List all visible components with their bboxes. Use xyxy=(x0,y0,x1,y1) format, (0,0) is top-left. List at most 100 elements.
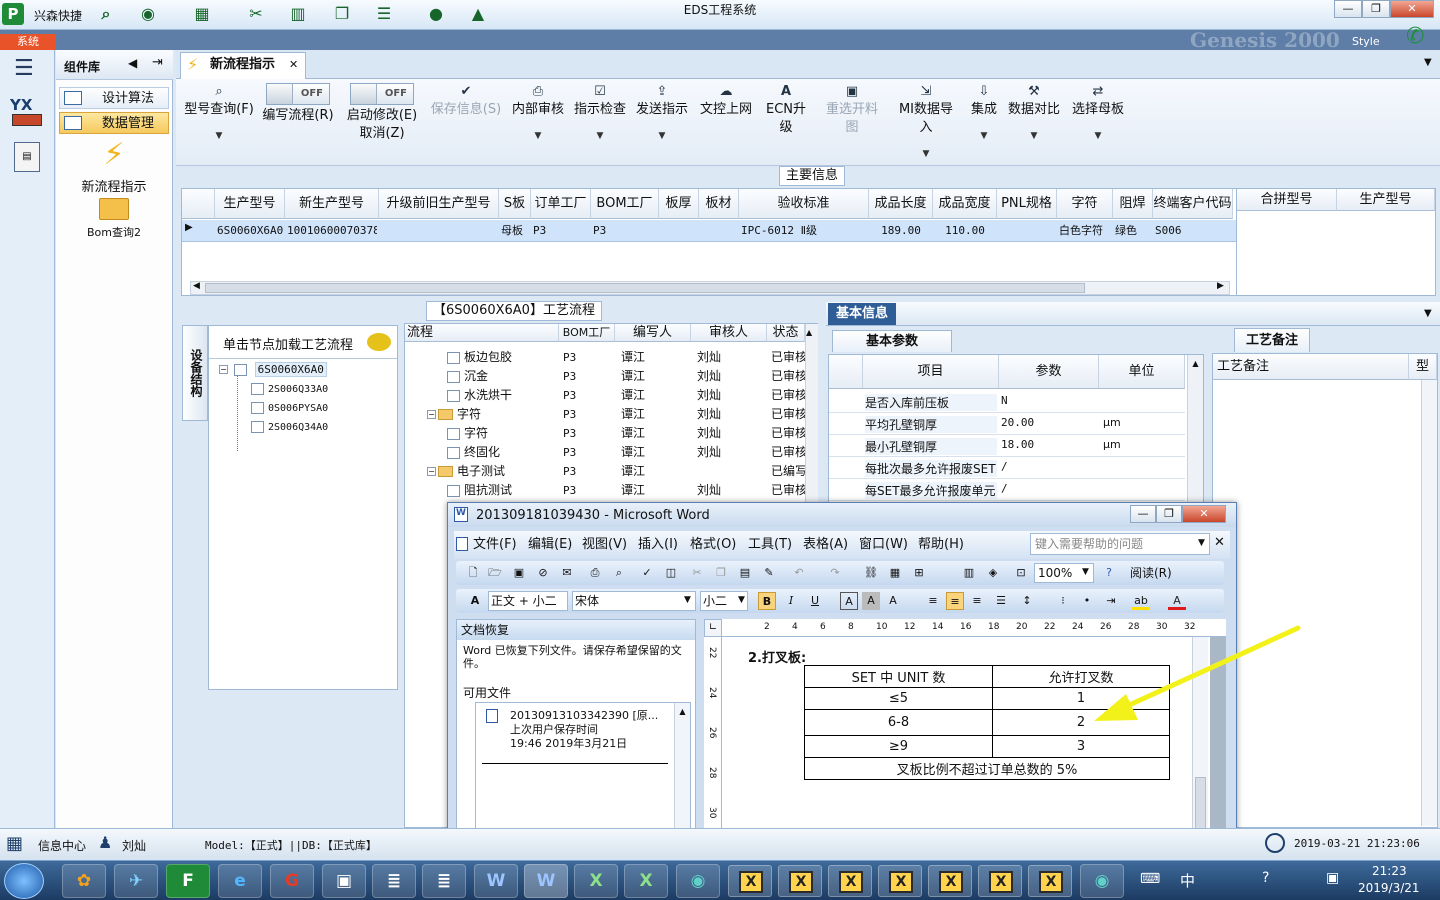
taskbar-eye-icon[interactable]: ◉ xyxy=(676,864,720,898)
table-row[interactable]: 每批次最多允许报废SET / xyxy=(829,457,1185,479)
table-row[interactable]: 沉金 P3 谭江 刘灿 已审核 xyxy=(405,367,805,386)
scroll-left-icon[interactable]: ◀ xyxy=(193,281,200,291)
word-minimize-button[interactable]: — xyxy=(1130,505,1156,523)
tab-new-flow[interactable]: ⚡ 新流程指示 ✕ xyxy=(180,52,306,79)
tab-basic-params[interactable]: 基本参数 xyxy=(832,330,952,352)
film-icon[interactable]: ▥ xyxy=(286,3,310,25)
list-icon[interactable]: ☰ xyxy=(372,3,396,25)
table-cell[interactable]: 6S0060X6A0 xyxy=(217,222,283,240)
table-cell[interactable]: 白色字符 xyxy=(1059,222,1111,240)
table-row[interactable]: 是否入库前压板 N xyxy=(829,391,1185,413)
drawing-icon[interactable]: ◈ xyxy=(984,564,1002,582)
zoom-dropdown-icon[interactable]: ▼ xyxy=(1082,567,1089,577)
doc-heading[interactable]: 2.打叉板: xyxy=(748,647,806,666)
col-header[interactable]: 成品长度 xyxy=(869,189,933,219)
maximize-button[interactable]: ❐ xyxy=(1362,0,1390,18)
app-logo[interactable]: P xyxy=(2,3,24,25)
scroll-right-icon[interactable]: ▶ xyxy=(1217,281,1224,291)
col-header[interactable]: 生产型号 xyxy=(1337,189,1435,211)
new-flow-item[interactable]: ⚡ 新流程指示 xyxy=(66,138,162,196)
menu-format[interactable]: 格式(O) xyxy=(690,535,736,555)
taskbar-x-icon[interactable]: X xyxy=(728,865,772,897)
basic-info-title[interactable]: 基本信息 xyxy=(828,303,897,325)
menu-file[interactable]: 文件(F) xyxy=(473,535,517,555)
word-close-button[interactable]: ✕ xyxy=(1182,505,1226,523)
char-scale-icon[interactable]: A xyxy=(884,592,902,610)
table-row[interactable]: − 电子测试 P3 谭江 已编写 xyxy=(405,462,805,481)
align-right-icon[interactable]: ≡ xyxy=(968,592,986,610)
table-row[interactable]: 平均孔壁铜厚 20.00 μm xyxy=(829,413,1185,435)
menu-table[interactable]: 表格(A) xyxy=(803,535,848,555)
table-cell[interactable]: ≥9 xyxy=(804,735,993,758)
mi-import-button[interactable]: ⇲ MI数据导入 ▼ xyxy=(894,83,958,163)
tray-network-icon[interactable]: ▣ xyxy=(1326,870,1339,886)
table-cell[interactable]: 10010600070378 xyxy=(287,222,377,240)
scroll-up-icon[interactable]: ▲ xyxy=(806,328,812,337)
user-icon[interactable]: ● xyxy=(424,3,448,25)
col-header[interactable]: 阻焊 xyxy=(1113,189,1153,219)
taskbar-x-icon[interactable]: X xyxy=(1028,865,1072,897)
scroll-up-icon[interactable]: ▲ xyxy=(679,707,685,716)
taskbar-shell-icon[interactable]: ✿ xyxy=(62,864,106,898)
scrollbar-thumb[interactable] xyxy=(205,283,1085,293)
col-header[interactable]: 型 xyxy=(1409,354,1437,380)
process-node[interactable]: 沉金 xyxy=(447,367,488,386)
taskbar-eye2-icon[interactable]: ◉ xyxy=(1080,864,1124,898)
vertical-scrollbar[interactable]: ▲ xyxy=(805,324,818,524)
hyperlink-icon[interactable]: ⛓ xyxy=(862,564,880,582)
toggle-switch[interactable]: OFF xyxy=(350,83,414,105)
col-header[interactable]: PNL规格 xyxy=(997,189,1057,219)
table-cell[interactable]: ≤5 xyxy=(804,687,993,710)
tab-close-icon[interactable]: ✕ xyxy=(289,53,298,77)
tray-keyboard-icon[interactable]: ⌨ xyxy=(1140,871,1160,887)
table-cell[interactable]: IPC-6012 Ⅱ级 xyxy=(741,222,867,240)
styles-icon[interactable]: A xyxy=(466,592,484,610)
new-doc-icon[interactable]: 🗋 xyxy=(464,564,482,582)
taskbar-floppy-icon[interactable]: ▣ xyxy=(322,864,366,898)
print-preview-icon[interactable]: ⌕ xyxy=(610,564,628,582)
taskbar-excel2-icon[interactable]: X xyxy=(624,864,668,898)
print-icon[interactable]: ⎙ xyxy=(586,564,604,582)
taskbar-x-icon[interactable]: X xyxy=(928,865,972,897)
menu-icon[interactable]: ☰ xyxy=(14,56,34,81)
menu-view[interactable]: 视图(V) xyxy=(582,535,627,555)
italic-button[interactable]: I xyxy=(782,592,800,610)
system-menu-button[interactable]: 系统 xyxy=(0,34,56,50)
col-header[interactable]: 验收标准 xyxy=(739,189,869,219)
taskbar-word2-icon[interactable]: W xyxy=(524,864,568,898)
internal-review-button[interactable]: ⎙ 内部审核 ▼ xyxy=(512,83,564,145)
reselect-cutting-button[interactable]: ▣ 重选开料图 xyxy=(820,83,884,137)
taskbar-x-icon[interactable]: X xyxy=(878,865,922,897)
redo-icon[interactable]: ↷ xyxy=(826,564,844,582)
table-cell[interactable]: 母板 xyxy=(501,222,529,240)
col-header[interactable]: 订单工厂 xyxy=(531,189,591,219)
table-cell[interactable]: / xyxy=(1001,482,1008,495)
taskbar-bird-icon[interactable]: ✈ xyxy=(114,864,158,898)
table-cell[interactable]: / xyxy=(1001,460,1008,473)
indent-icon[interactable]: ⇥ xyxy=(1102,592,1120,610)
instruction-check-button[interactable]: ☑ 指示检查 ▼ xyxy=(574,83,626,145)
table-row[interactable]: ▶ 6S0060X6A0 10010600070378 母板 P3 P3 IPC-6012… xyxy=(182,220,1236,242)
col-header[interactable]: 编写人 xyxy=(615,324,691,342)
copy-icon[interactable]: ❐ xyxy=(712,564,730,582)
font-dropdown-icon[interactable]: ▼ xyxy=(684,595,691,605)
line-spacing-icon[interactable]: ↕ xyxy=(1018,592,1036,610)
edit-flow-toggle[interactable]: OFF 编写流程(R) xyxy=(260,83,336,125)
style-menu[interactable]: Style xyxy=(1352,35,1380,48)
scroll-up-icon[interactable]: ▲ xyxy=(1192,359,1198,368)
scissors-icon[interactable]: ✂ xyxy=(244,3,268,25)
grid-app-icon[interactable]: ▦ xyxy=(6,833,23,854)
phone-icon[interactable]: ✆ xyxy=(1406,24,1424,49)
insert-table-icon[interactable]: ⊞ xyxy=(910,564,928,582)
horizontal-scrollbar[interactable]: ◀ ▶ xyxy=(190,281,1230,295)
size-dropdown-icon[interactable]: ▼ xyxy=(738,595,745,605)
process-node[interactable]: 板边包胶 xyxy=(447,348,512,367)
char-shading-icon[interactable]: A xyxy=(862,592,880,610)
send-instruction-button[interactable]: ⇪ 发送指示 ▼ xyxy=(636,83,688,145)
table-row[interactable]: 阻抗测试 P3 谭江 刘灿 已审核 xyxy=(405,481,805,500)
taskbar-eds-icon[interactable]: F xyxy=(166,864,210,898)
email-icon[interactable]: ✉ xyxy=(558,564,576,582)
table-cell[interactable]: 3 xyxy=(992,735,1170,758)
justify-icon[interactable]: ☰ xyxy=(992,592,1010,610)
col-header[interactable]: 合拼型号 xyxy=(1237,189,1337,211)
